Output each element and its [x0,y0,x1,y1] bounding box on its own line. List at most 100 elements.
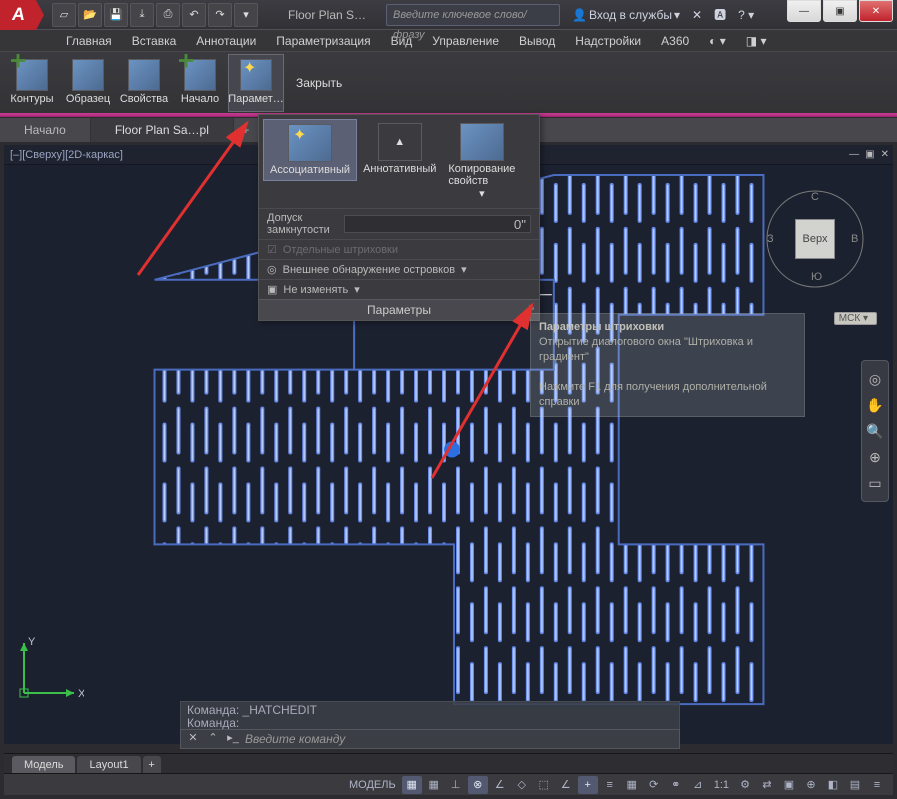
status-max-icon[interactable]: ▣ [779,776,799,794]
status-gear-icon[interactable]: ⚙ [735,776,755,794]
menu-app-icon[interactable]: ◐ ▾ [699,30,736,52]
chevron-down-icon: ▾ [461,263,467,276]
wcs-label: МСК [839,313,860,324]
status-grid-icon[interactable]: ▦ [402,776,422,794]
status-hardware-icon[interactable]: ⊕ [801,776,821,794]
hatch-options-icon [240,59,272,91]
qat-save-icon[interactable]: 💾 [104,3,128,27]
status-iso-icon[interactable]: ∠ [490,776,510,794]
match-properties-button[interactable]: Копирование свойств ▾ [442,119,521,204]
status-osnap-icon[interactable]: ◇ [512,776,532,794]
status-annoscale-icon[interactable]: ⊿ [688,776,708,794]
status-clean-icon[interactable]: ▤ [845,776,865,794]
ribbon-origin-button[interactable]: Начало [172,54,228,112]
nav-pan-icon[interactable]: ✋ [863,393,887,417]
ribbon-pattern-button[interactable]: Образец [60,54,116,112]
app-logo[interactable]: A [0,0,36,30]
status-annomon-icon[interactable]: ⚭ [666,776,686,794]
qat-new-icon[interactable]: ▱ [52,3,76,27]
status-snap-icon[interactable]: ▦ [424,776,444,794]
gap-tolerance-label: Допуск замкнутости [267,212,338,236]
qat-more-icon[interactable]: ▾ [234,3,258,27]
wcs-badge[interactable]: МСК ▾ [834,312,877,325]
menu-parametric[interactable]: Параметризация [266,30,380,52]
status-ortho-icon[interactable]: ⊥ [446,776,466,794]
nav-wheel-icon[interactable]: ◎ [863,367,887,391]
qat-redo-icon[interactable]: ↷ [208,3,232,27]
ribbon-boundaries-icon [16,59,48,91]
ribbon-options-button[interactable]: Парамет… [228,54,284,112]
status-trans-icon[interactable]: ▦ [622,776,642,794]
ribbon-properties-label: Свойства [120,93,168,105]
cmd-expand-icon[interactable]: ⌃ [205,731,221,747]
command-line[interactable]: ✕ ⌃ ▸_ Введите команду [180,729,680,749]
separate-hatches-row: ☑ Отдельные штриховки [259,239,539,259]
hatch-settings-button[interactable]: Параметры [259,299,539,320]
draw-order-row[interactable]: ▣ Не изменять ▾ [259,279,539,299]
menu-output[interactable]: Вывод [509,30,565,52]
viewport-min-icon[interactable]: — [849,145,859,165]
tooltip-line1: Открытие диалогового окна "Штриховка и г… [539,336,753,363]
qat-print-icon[interactable]: ⎙ [156,3,180,27]
qat-undo-icon[interactable]: ↶ [182,3,206,27]
tooltip-title: Параметры штриховки [539,321,664,333]
associative-icon [288,124,332,162]
status-model-button[interactable]: МОДЕЛЬ [345,776,400,794]
ribbon-boundaries-button[interactable]: Контуры [4,54,60,112]
navigation-bar: ◎ ✋ 🔍 ⊕ ▭ [861,360,889,502]
help-icon[interactable]: ? ▾ [734,8,758,22]
search-input[interactable]: Введите ключевое слово/фразу [386,4,560,26]
status-polar-icon[interactable]: ⊗ [468,776,488,794]
qat-saveas-icon[interactable]: ⤓ [130,3,154,27]
viewport-max-icon[interactable]: ▣ [865,145,874,165]
menu-manage[interactable]: Управление [422,30,509,52]
status-scale-button[interactable]: 1:1 [710,776,733,794]
status-dyn-icon[interactable]: + [578,776,598,794]
menu-addins[interactable]: Надстройки [565,30,651,52]
qat-open-icon[interactable]: 📂 [78,3,102,27]
island-detection-label: Внешнее обнаружение островков [283,264,455,276]
match-properties-label: Копирование свойств [448,163,515,187]
layout-tab-layout1[interactable]: Layout1 [77,756,140,774]
annotative-button[interactable]: ▲ Аннотативный [357,119,442,179]
doctab-floorplan[interactable]: Floor Plan Sa…pl [91,118,234,142]
exchange-icon[interactable]: ✕ [688,8,706,22]
doctab-start[interactable]: Начало [0,118,91,142]
ribbon-close-button[interactable]: Закрыть [296,76,342,90]
a360-icon[interactable]: 🅰 [710,6,730,23]
menu-insert[interactable]: Вставка [122,30,187,52]
doctab-new-button[interactable]: + [234,118,258,142]
nav-orbit-icon[interactable]: ⊕ [863,445,887,469]
minimize-button[interactable]: — [787,0,821,22]
menu-home[interactable]: Главная [56,30,122,52]
cmd-close-icon[interactable]: ✕ [185,731,201,747]
status-track-icon[interactable]: ∠ [556,776,576,794]
ribbon-properties-button[interactable]: Свойства [116,54,172,112]
status-lwt-icon[interactable]: ≡ [600,776,620,794]
status-isolate-icon[interactable]: ◧ [823,776,843,794]
close-button[interactable]: ✕ [859,0,893,22]
maximize-button[interactable]: ▣ [823,0,857,22]
status-ws-icon[interactable]: ⇄ [757,776,777,794]
app-logo-letter: A [10,4,26,25]
layout-tab-model[interactable]: Модель [12,756,75,774]
nav-zoom-icon[interactable]: 🔍 [863,419,887,443]
menu-collapse-icon[interactable]: ◨ ▾ [736,30,777,52]
gap-tolerance-input[interactable] [344,215,531,233]
status-cycle-icon[interactable]: ⟳ [644,776,664,794]
island-detection-row[interactable]: ◎ Внешнее обнаружение островков ▾ [259,259,539,279]
viewcube[interactable]: Верх С Ю В З [755,175,875,295]
status-3dosnap-icon[interactable]: ⬚ [534,776,554,794]
status-custom-icon[interactable]: ≡ [867,776,887,794]
menu-annotate[interactable]: Аннотации [186,30,266,52]
command-hist-1: Команда: _HATCHEDIT [187,704,673,717]
viewport-close-icon[interactable]: ✕ [881,145,889,165]
associative-button[interactable]: Ассоциативный [263,119,357,181]
ucs-icon: X Y [14,633,84,703]
hatch-pattern-icon [72,59,104,91]
layout-tab-add[interactable]: + [143,756,161,774]
nav-showmotion-icon[interactable]: ▭ [863,471,887,495]
cmd-prompt-icon: ▸_ [225,731,241,747]
menu-a360[interactable]: A360 [651,30,699,52]
signin-button[interactable]: 👤 Вход в службы ▾ [568,8,684,22]
